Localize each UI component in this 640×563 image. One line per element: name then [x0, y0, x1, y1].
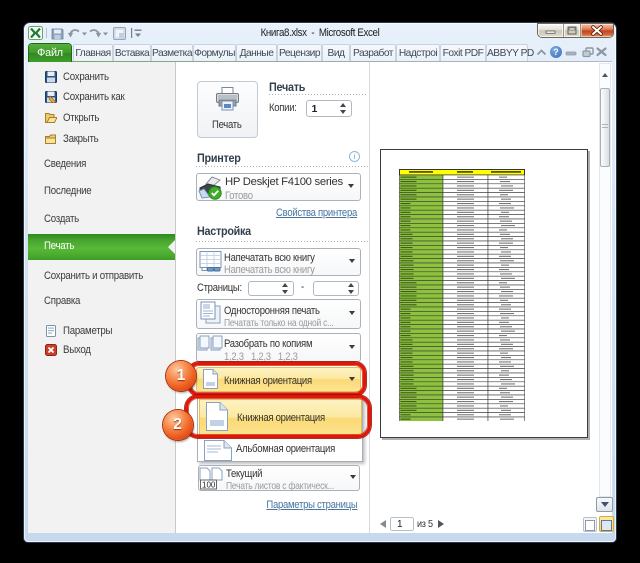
- svg-text:100: 100: [202, 480, 216, 489]
